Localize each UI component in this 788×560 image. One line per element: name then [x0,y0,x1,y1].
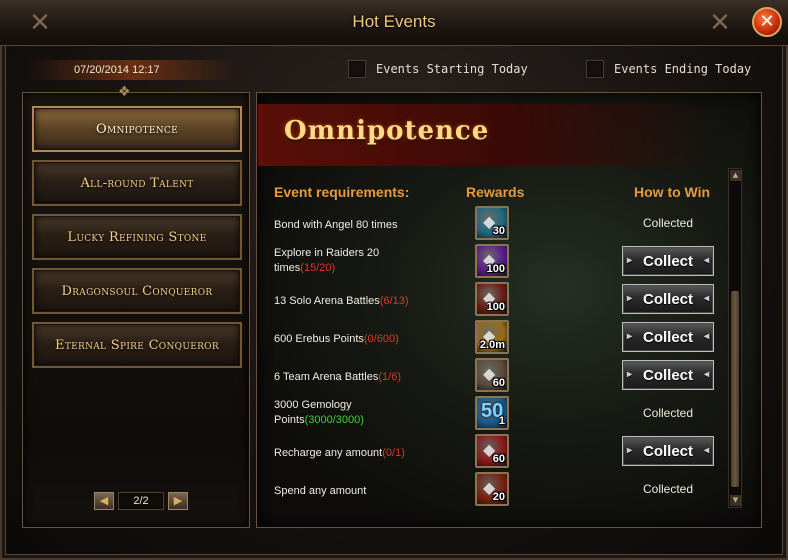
reward-quantity: 30 [492,225,505,237]
window-title: Hot Events [352,12,436,31]
reward-quantity: 20 [492,491,505,503]
how-to-win-header: How to Win [634,184,711,200]
event-button-3[interactable]: Dragonsoul Conqueror [32,268,242,314]
ending-today-label: Events Ending Today [614,62,752,76]
requirement-progress: (1/6) [378,371,401,383]
requirements-header: Event requirements: [274,184,410,200]
event-button-label: Lucky Refining Stone [67,229,207,245]
reward-quantity: 60 [492,453,505,465]
crossed-swords-icon[interactable]: ◆ 100 [475,282,509,316]
requirement-row: 13 Solo Arena Battles(6/13) ◆100 Collect [270,282,730,320]
reward-quantity: 100 [486,263,505,275]
current-date: 07/20/2014 12:17 [74,64,160,76]
reward-quantity: 100 [486,301,505,313]
requirement-text: 600 Erebus Points(0/600) [274,332,464,347]
requirement-progress: (6/13) [379,295,409,307]
level-50-gem-icon[interactable]: 50 1 [475,396,509,430]
purple-orb-icon[interactable]: ◆ 100 [475,244,509,278]
pager: ◀ 2/2 ▶ [94,492,188,510]
ending-today-checkbox[interactable] [586,60,604,78]
requirement-text: 3000 Gemology Points(3000/3000) [274,398,394,428]
starting-today-label: Events Starting Today [376,62,528,76]
event-button-0[interactable]: Omnipotence [32,106,242,152]
requirement-text: Spend any amount [274,484,464,499]
requirement-label: 6 Team Arena Battles [274,371,379,383]
scroll-down-icon[interactable]: ▼ [730,495,741,506]
reward-quantity: 1 [498,415,505,427]
requirement-progress: (0/1) [382,447,405,459]
requirement-text: 6 Team Arena Battles(1/6) [274,370,464,385]
event-button-label: Omnipotence [96,121,178,137]
reward-quantity: 2.0m [479,339,505,351]
requirement-label: Bond with Angel 80 times [274,219,398,231]
filter-starting-today[interactable]: Events Starting Today [348,60,528,78]
requirement-progress: (3000/3000) [304,414,364,426]
angel-feather-icon[interactable]: ◆ 30 [475,206,509,240]
collected-status: Collected [642,482,694,496]
requirement-label: Recharge any amount [274,447,383,459]
page-indicator: 2/2 [118,492,164,510]
collect-button[interactable]: Collect [622,322,714,352]
requirement-row: Bond with Angel 80 times ◆ 30 Collected [270,206,730,244]
red-crystal-icon[interactable]: ◆ 60 [475,434,509,468]
event-button-label: All-round Talent [80,175,194,191]
requirement-progress: (0/600) [363,333,399,345]
requirement-text: Bond with Angel 80 times [274,218,464,233]
requirement-row: Explore in Raiders 20 times(15/20) ◆100 Co… [270,244,730,282]
event-button-1[interactable]: All-round Talent [32,160,242,206]
scrollbar[interactable]: ▲ ▼ [728,168,742,508]
requirement-label: Spend any amount [274,485,367,497]
event-button-2[interactable]: Lucky Refining Stone [32,214,242,260]
requirement-label: 13 Solo Arena Battles [274,295,380,307]
scroll-thumb[interactable] [731,291,739,487]
collected-status: Collected [642,216,694,230]
scroll-icon[interactable]: ◆ 20 [475,472,509,506]
event-button-label: Dragonsoul Conqueror [61,283,213,299]
event-button-4[interactable]: Eternal Spire Conqueror [32,322,242,368]
collect-button[interactable]: Collect [622,284,714,314]
requirement-text: 13 Solo Arena Battles(6/13) [274,294,464,309]
filter-ending-today[interactable]: Events Ending Today [586,60,751,78]
gold-coin-icon[interactable]: ◆ 2.0m [475,320,509,354]
requirement-row: 6 Team Arena Battles(1/6) ◆60 Collect [270,358,730,396]
event-button-label: Eternal Spire Conqueror [55,337,219,353]
close-button[interactable]: ✕ [752,7,782,37]
requirement-row: 600 Erebus Points(0/600) ◆2.0m Collect [270,320,730,358]
collect-button[interactable]: Collect [622,246,714,276]
collect-button[interactable]: Collect [622,360,714,390]
requirement-row: Spend any amount ◆ 20 Collected [270,472,730,510]
requirement-row: 3000 Gemology Points(3000/3000) 50 1 Collec… [270,396,730,434]
collect-button[interactable]: Collect [622,436,714,466]
requirement-label: 600 Erebus Points [274,333,364,345]
requirement-text: Explore in Raiders 20 times(15/20) [274,246,394,276]
prev-page-button[interactable]: ◀ [94,492,114,510]
event-title: Omnipotence [284,116,490,146]
reward-quantity: 60 [492,377,505,389]
collected-status: Collected [642,406,694,420]
requirement-progress: (15/20) [300,262,336,274]
pearl-icon[interactable]: ◆ 60 [475,358,509,392]
panel-ornament-icon: ❖ [118,84,131,100]
requirement-text: Recharge any amount(0/1) [274,446,464,461]
scroll-up-icon[interactable]: ▲ [730,170,741,181]
next-page-button[interactable]: ▶ [168,492,188,510]
rewards-header: Rewards [466,184,525,200]
requirement-row: Recharge any amount(0/1) ◆60 Collect [270,434,730,472]
starting-today-checkbox[interactable] [348,60,366,78]
